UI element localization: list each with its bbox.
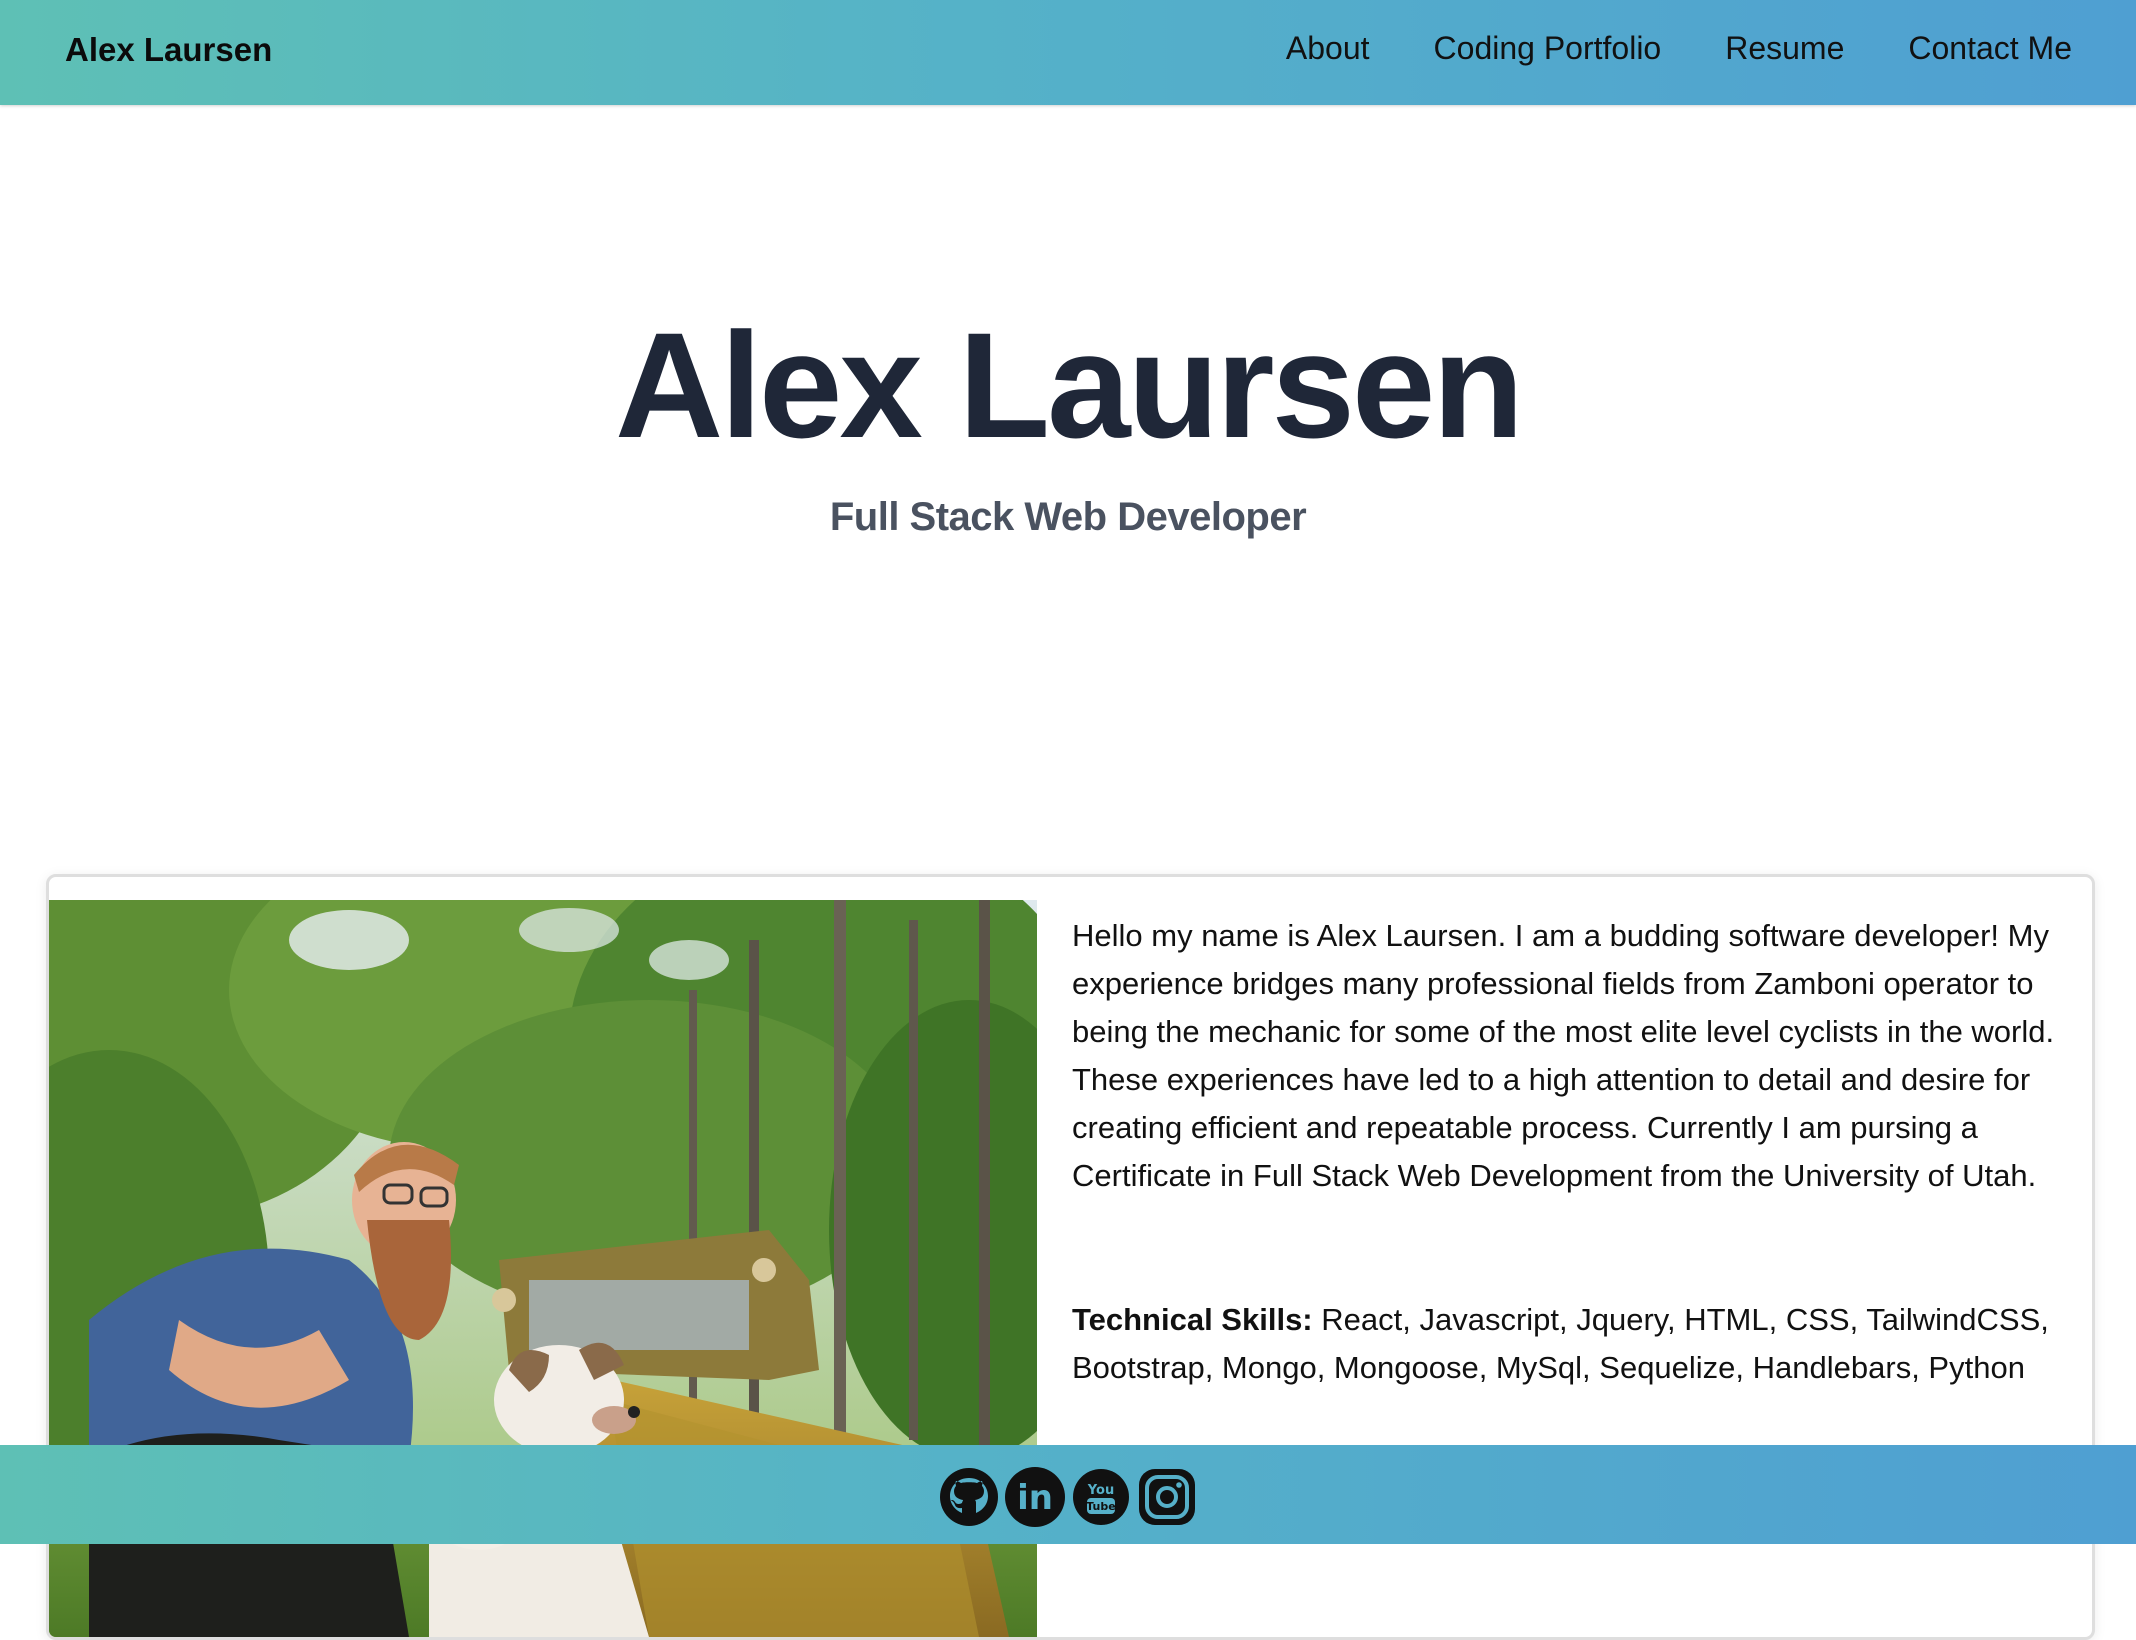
linkedin-icon-text: in xyxy=(1017,1478,1053,1518)
social-links: in You Tube xyxy=(938,1466,1198,1528)
nav-link-about[interactable]: About xyxy=(1286,30,1370,67)
instagram-icon[interactable] xyxy=(1136,1466,1198,1528)
footer: in You Tube xyxy=(0,1445,2136,1544)
brand-link[interactable]: Alex Laursen xyxy=(65,31,272,69)
top-navbar: Alex Laursen About Coding Portfolio Resu… xyxy=(0,0,2136,105)
nav-link-coding-portfolio[interactable]: Coding Portfolio xyxy=(1434,30,1662,67)
about-bio: Hello my name is Alex Laursen. I am a bu… xyxy=(1072,918,2055,1193)
youtube-icon[interactable]: You Tube xyxy=(1070,1466,1132,1528)
github-icon[interactable] xyxy=(938,1466,1000,1528)
hero-subtitle: Full Stack Web Developer xyxy=(829,495,1307,539)
nav-links: About Coding Portfolio Resume Contact Me xyxy=(1286,30,2072,67)
technical-skills: Technical Skills: React, Javascript, Jqu… xyxy=(1072,1296,2072,1392)
hero-title: Alex Laursen xyxy=(614,301,1524,469)
linkedin-icon[interactable]: in xyxy=(1004,1466,1066,1528)
skills-label: Technical Skills: xyxy=(1072,1302,1313,1337)
nav-link-resume[interactable]: Resume xyxy=(1725,30,1844,67)
nav-link-contact-me[interactable]: Contact Me xyxy=(1908,30,2072,67)
youtube-icon-text-bottom: Tube xyxy=(1086,1500,1115,1513)
youtube-icon-text-top: You xyxy=(1087,1483,1114,1498)
